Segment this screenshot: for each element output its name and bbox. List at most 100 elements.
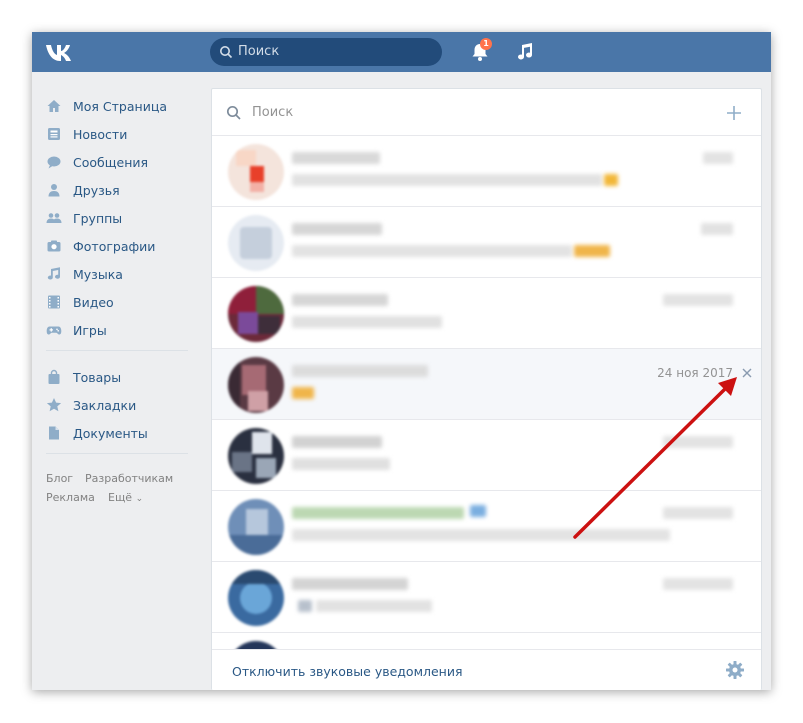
nav-documents[interactable]: Документы: [46, 423, 196, 443]
nav-divider: [46, 453, 188, 454]
bag-icon: [48, 369, 60, 384]
music-icon: [47, 267, 61, 280]
vk-window: Поиск 1 Моя Страница Новости Сообщения Д…: [32, 32, 771, 690]
blurred-name: [292, 223, 382, 235]
avatar: [228, 499, 284, 555]
blurred-preview: [292, 174, 602, 186]
nav-messages[interactable]: Сообщения: [46, 152, 196, 172]
avatar: [228, 144, 284, 200]
nav-video[interactable]: Видео: [46, 292, 196, 312]
nav-label: Музыка: [73, 266, 123, 282]
top-search-input[interactable]: Поиск: [210, 38, 442, 66]
footer-developers-link[interactable]: Разработчикам: [85, 472, 173, 485]
blurred-name: [292, 365, 428, 377]
nav-label: Закладки: [73, 397, 137, 413]
dialog-row[interactable]: [212, 278, 761, 349]
nav-label: Игры: [73, 322, 107, 338]
nav-friends[interactable]: Друзья: [46, 180, 196, 200]
dialog-row[interactable]: [212, 491, 761, 562]
close-icon[interactable]: [741, 367, 753, 379]
blurred-name: [292, 294, 388, 306]
avatar: [228, 215, 284, 271]
nav-goods[interactable]: Товары: [46, 367, 196, 387]
reply-avatar: [298, 600, 312, 612]
dialog-search-input[interactable]: Поиск: [212, 89, 761, 136]
avatar: [228, 428, 284, 484]
blurred-preview: [292, 316, 442, 328]
nav-label: Новости: [73, 126, 128, 142]
messages-icon: [47, 156, 61, 169]
avatar: [228, 570, 284, 626]
dialog-row[interactable]: [212, 207, 761, 278]
blurred-date: [663, 507, 733, 519]
notification-badge: 1: [480, 38, 492, 50]
nav-photos[interactable]: Фотографии: [46, 236, 196, 256]
blurred-date: [663, 578, 733, 590]
blurred-name: [292, 507, 464, 519]
footer-ads-link[interactable]: Реклама: [46, 491, 95, 504]
nav-label: Моя Страница: [73, 98, 167, 114]
emoji: [604, 174, 618, 186]
nav-label: Друзья: [73, 182, 120, 198]
footer-blog-link[interactable]: Блог: [46, 472, 73, 485]
blurred-date: [703, 152, 733, 164]
games-icon: [46, 326, 62, 335]
nav-my-page[interactable]: Моя Страница: [46, 96, 196, 116]
nav-music[interactable]: Музыка: [46, 264, 196, 284]
news-icon: [48, 128, 60, 140]
blurred-date: [701, 223, 733, 235]
nav-games[interactable]: Игры: [46, 320, 196, 340]
search-icon: [220, 46, 233, 59]
nav-label: Документы: [73, 425, 148, 441]
avatar: [228, 286, 284, 342]
vk-logo[interactable]: [44, 41, 80, 63]
star-icon: [46, 398, 62, 412]
dialog-row-highlighted[interactable]: 24 ноя 2017: [212, 349, 761, 420]
dialog-row[interactable]: [212, 136, 761, 207]
friends-icon: [48, 184, 60, 197]
groups-icon: [46, 213, 62, 223]
blurred-name: [292, 152, 380, 164]
avatar: [228, 357, 284, 413]
emoji: [574, 245, 610, 257]
blurred-name: [292, 436, 382, 448]
emoji: [292, 387, 314, 399]
messages-footer: Отключить звуковые уведомления: [212, 649, 761, 690]
chevron-down-icon: ⌄: [135, 494, 144, 504]
blurred-date: [663, 294, 733, 306]
dialog-date: 24 ноя 2017: [657, 366, 733, 380]
top-bar: Поиск 1: [32, 32, 771, 72]
blurred-preview: [292, 529, 670, 541]
mute-sound-notifications-link[interactable]: Отключить звуковые уведомления: [232, 664, 463, 679]
blurred-preview: [316, 600, 432, 612]
nav-label: Группы: [73, 210, 123, 226]
nav-divider: [46, 350, 188, 351]
nav-groups[interactable]: Группы: [46, 208, 196, 228]
dialog-row[interactable]: [212, 562, 761, 633]
messages-panel: Поиск 24 ноя 2017 Отключить звуковые уве…: [211, 88, 762, 690]
video-icon: [48, 295, 60, 309]
footer-more-link[interactable]: Ещё ⌄: [108, 491, 143, 504]
blurred-preview: [292, 458, 390, 470]
nav-label: Товары: [73, 369, 122, 385]
search-icon: [226, 105, 241, 120]
dialog-search-placeholder: Поиск: [252, 105, 294, 120]
nav-label: Сообщения: [73, 154, 149, 170]
nav-news[interactable]: Новости: [46, 124, 196, 144]
document-icon: [49, 426, 59, 440]
gear-icon[interactable]: [725, 660, 745, 680]
blurred-date: [663, 436, 733, 448]
home-icon: [47, 100, 61, 112]
nav-label: Фотографии: [73, 238, 156, 254]
camera-icon: [47, 240, 61, 252]
blurred-preview: [292, 245, 572, 257]
nav-label: Видео: [73, 294, 114, 310]
footer-more-label: Ещё: [108, 491, 133, 504]
music-player-icon[interactable]: [516, 42, 534, 62]
nav-bookmarks[interactable]: Закладки: [46, 395, 196, 415]
blurred-name: [292, 578, 408, 590]
dialog-row[interactable]: [212, 420, 761, 491]
top-search-placeholder: Поиск: [238, 44, 280, 59]
verified-icon: [470, 505, 486, 517]
new-message-plus-icon[interactable]: [725, 104, 743, 122]
